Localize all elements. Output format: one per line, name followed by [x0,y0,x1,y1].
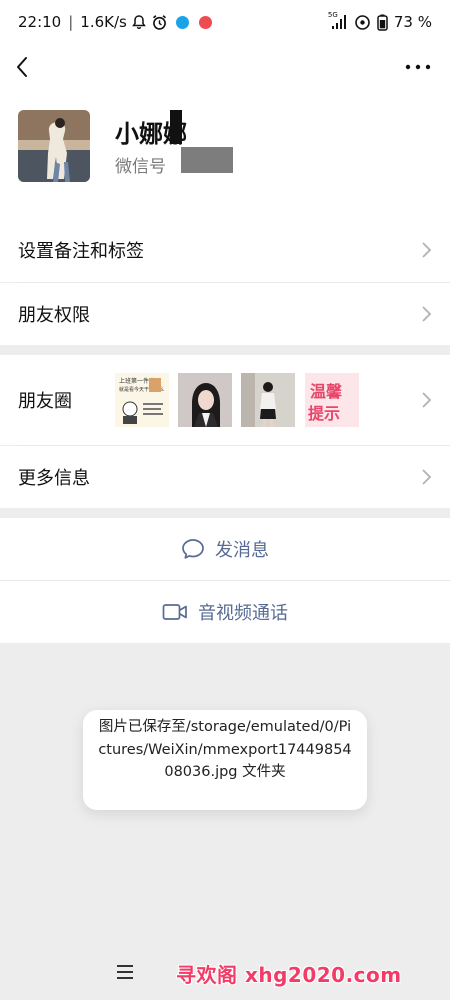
more-options-button[interactable] [404,56,432,78]
battery-value: 73 [393,13,413,31]
chat-bubble-icon [182,539,204,559]
name-redaction [170,110,182,144]
wechat-id-label: 微信号 [115,157,166,177]
avatar[interactable] [18,110,90,182]
chevron-right-icon [422,469,432,485]
battery-icon [377,14,388,31]
send-message-label: 发消息 [215,540,269,561]
moments-thumbnail-3[interactable] [241,373,295,427]
status-separator: | [68,13,74,31]
warm-reminder-image: 温馨 提示 [305,373,359,427]
cell-remark-tags-label: 设置备注和标签 [18,241,144,262]
moments-thumbnail-2[interactable] [178,373,232,427]
full-body-photo [241,373,295,427]
warm-reminder-line1: 温馨 [309,382,343,401]
cell-friend-permissions[interactable]: 朋友权限 [0,283,450,345]
video-camera-icon [162,604,187,620]
chevron-right-icon [422,242,432,258]
moments-thumbnail-4[interactable]: 温馨 提示 [305,373,359,427]
cell-more-info-label: 更多信息 [18,468,90,489]
status-right: 5G 73 % [327,11,432,31]
status-bar: 22:10 | 1.6K/s 5G 73 % [0,0,450,44]
cell-moments-label: 朋友圈 [18,391,72,412]
hotspot-icon [354,14,371,31]
alarm-clock-icon [151,14,168,31]
watermark: 寻欢阁 xhg2020.com [176,963,402,987]
portrait-photo [178,373,232,427]
nav-bar [0,44,450,90]
cell-more-info[interactable]: 更多信息 [0,446,450,508]
battery-unit: % [417,13,432,31]
cell-friend-permissions-label: 朋友权限 [18,305,90,326]
avatar-photo [18,110,90,182]
cell-remark-tags[interactable]: 设置备注和标签 [0,218,450,282]
video-call-button[interactable]: 音视频通话 [0,581,450,643]
moments-thumbnail-1[interactable]: 上班第一件事 就是看今天干点什么 [115,373,169,427]
chevron-right-icon [422,392,432,408]
wechat-id-redaction [181,147,233,173]
menu-icon[interactable] [116,964,134,980]
chevron-left-icon [17,57,27,77]
send-message-button[interactable]: 发消息 [0,518,450,580]
back-button[interactable] [10,52,38,82]
meme-image: 上班第一件事 就是看今天干点什么 [115,373,169,427]
signal-5g-icon: 5G [327,11,348,30]
chevron-right-icon [422,306,432,322]
app-notification-red-icon [198,15,212,29]
app-notification-icon [175,15,189,29]
profile-header: 小娜娜 微信号 [0,90,450,218]
status-time: 22:10 [18,13,62,31]
more-dots-icon [405,64,431,70]
warm-reminder-line2: 提示 [308,404,340,423]
bell-icon [131,14,147,30]
bottom-nav-bar: 寻欢阁 xhg2020.com [0,950,450,1000]
status-speed: 1.6K/s [80,13,127,31]
save-toast: 图片已保存至/storage/emulated/0/Pictures/WeiXi… [83,710,367,810]
battery-level: 73 % [394,13,432,31]
status-left: 22:10 | 1.6K/s [18,13,212,31]
video-call-label: 音视频通话 [198,603,288,624]
toast-message: 图片已保存至/storage/emulated/0/Pictures/WeiXi… [98,719,352,780]
network-type-label: 5G [327,11,338,19]
